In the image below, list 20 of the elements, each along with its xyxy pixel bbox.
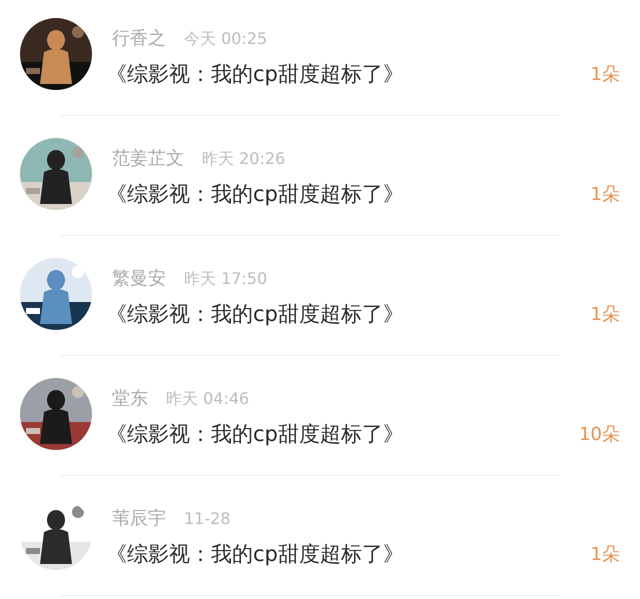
book-title: 《综影视：我的cp甜度超标了》 xyxy=(106,541,404,568)
user-name: 堂东 xyxy=(112,387,148,410)
book-title: 《综影视：我的cp甜度超标了》 xyxy=(106,301,404,328)
user-name: 繁曼安 xyxy=(112,267,166,290)
flower-count: 10朵 xyxy=(579,423,620,446)
timestamp: 11-28 xyxy=(184,509,230,528)
book-title: 《综影视：我的cp甜度超标了》 xyxy=(106,181,404,208)
flower-count: 1朵 xyxy=(590,543,620,566)
timestamp: 昨天 20:26 xyxy=(202,149,286,170)
flower-count: 1朵 xyxy=(590,63,620,86)
timestamp: 昨天 04:46 xyxy=(166,389,250,410)
book-title: 《综影视：我的cp甜度超标了》 xyxy=(106,61,404,88)
user-name: 苇辰宇 xyxy=(112,507,166,530)
flower-count: 1朵 xyxy=(590,303,620,326)
book-title: 《综影视：我的cp甜度超标了》 xyxy=(106,421,404,448)
flower-count: 1朵 xyxy=(590,183,620,206)
timestamp: 今天 00:25 xyxy=(184,29,268,50)
user-name: 行香之 xyxy=(112,27,166,50)
user-name: 范姜芷文 xyxy=(112,147,184,170)
timestamp: 昨天 17:50 xyxy=(184,269,268,290)
